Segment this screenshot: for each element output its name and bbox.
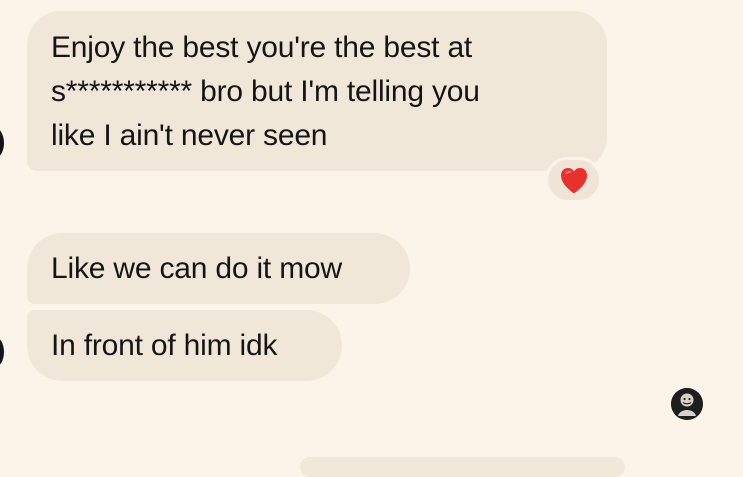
sender-avatar[interactable] <box>0 337 4 367</box>
chat-thread: Enjoy the best you're the best at s*****… <box>0 0 743 477</box>
message-bubble[interactable]: Like we can do it mow <box>27 233 410 304</box>
message-bubble[interactable]: Enjoy the best you're the best at s*****… <box>27 11 607 171</box>
message-reaction[interactable] <box>545 157 602 203</box>
message-bubble[interactable]: In front of him idk <box>27 310 342 381</box>
sender-avatar[interactable] <box>0 128 4 158</box>
read-receipt-avatar-icon[interactable] <box>671 388 703 420</box>
red-heart-icon <box>560 168 587 194</box>
next-message-bubble[interactable] <box>300 457 625 477</box>
